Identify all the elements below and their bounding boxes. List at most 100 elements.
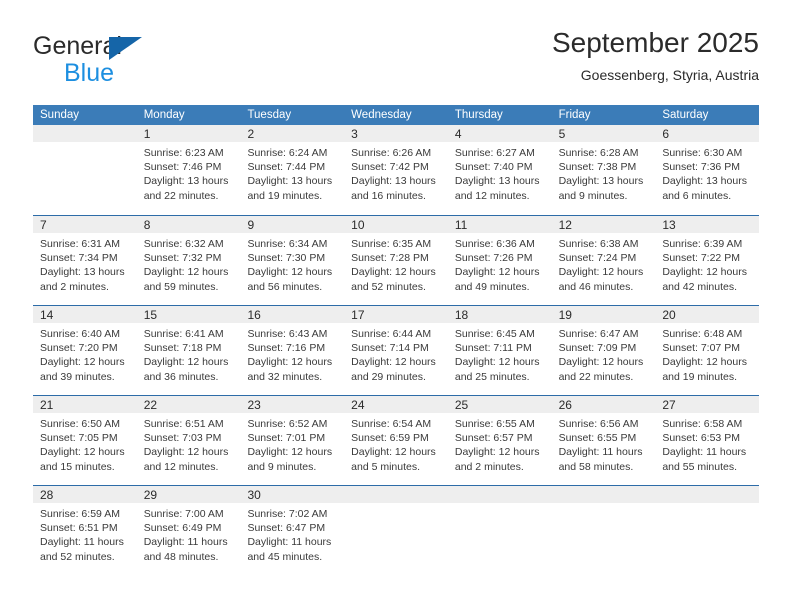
day-details: Sunrise: 6:38 AM Sunset: 7:24 PM Daylight:… xyxy=(552,233,656,294)
day-detail-line: and 46 minutes. xyxy=(558,280,634,293)
day-detail-line: Sunrise: 6:36 AM xyxy=(454,238,535,250)
day-detail-line: Daylight: 11 hours xyxy=(143,536,228,549)
day-detail-line: Sunrise: 6:26 AM xyxy=(351,147,432,159)
calendar-day-cell[interactable]: 11 Sunrise: 6:36 AM Sunset: 7:26 PM Dayligh… xyxy=(447,216,552,305)
calendar-day-cell[interactable]: 4 Sunrise: 6:27 AM Sunset: 7:40 PM Daylight… xyxy=(447,125,552,215)
day-number-band: 7 xyxy=(33,216,137,233)
calendar-day-cell[interactable]: 5 Sunrise: 6:28 AM Sunset: 7:38 PM Daylight… xyxy=(551,125,656,215)
calendar-day-cell[interactable]: 25 Sunrise: 6:55 AM Sunset: 6:57 PM Dayligh… xyxy=(447,396,552,485)
day-detail-line: Sunrise: 6:54 AM xyxy=(351,418,432,430)
day-detail-line: and 52 minutes. xyxy=(351,280,426,293)
day-detail-line: and 16 minutes. xyxy=(351,189,426,202)
day-details: Sunrise: 6:58 AM Sunset: 6:53 PM Daylight:… xyxy=(655,413,759,474)
day-details: Sunrise: 6:36 AM Sunset: 7:26 PM Daylight:… xyxy=(448,233,552,294)
day-number: 29 xyxy=(143,488,158,502)
calendar-day-cell[interactable]: 15 Sunrise: 6:41 AM Sunset: 7:18 PM Dayligh… xyxy=(136,306,241,395)
day-detail-line: Daylight: 11 hours xyxy=(662,446,747,459)
day-detail-line: Daylight: 12 hours xyxy=(247,266,333,279)
calendar-day-cell[interactable]: 18 Sunrise: 6:45 AM Sunset: 7:11 PM Dayligh… xyxy=(447,306,552,395)
calendar-day-cell[interactable]: 3 Sunrise: 6:26 AM Sunset: 7:42 PM Daylight… xyxy=(344,125,448,215)
day-detail-line: Sunset: 7:32 PM xyxy=(143,252,222,265)
day-detail-line: Daylight: 11 hours xyxy=(247,536,332,549)
calendar-day-cell[interactable]: 14 Sunrise: 6:40 AM Sunset: 7:20 PM Dayligh… xyxy=(33,306,137,395)
calendar-day-cell[interactable]: 23 Sunrise: 6:52 AM Sunset: 7:01 PM Dayligh… xyxy=(240,396,345,485)
general-blue-logo[interactable]: General Blue xyxy=(33,32,263,92)
calendar-day-cell[interactable]: 24 Sunrise: 6:54 AM Sunset: 6:59 PM Dayligh… xyxy=(344,396,448,485)
day-detail-line: Sunrise: 6:40 AM xyxy=(40,328,120,340)
day-details xyxy=(344,503,448,507)
day-number: 30 xyxy=(247,488,261,502)
calendar-day-cell[interactable]: 1 Sunrise: 6:23 AM Sunset: 7:46 PM Daylight… xyxy=(136,125,241,215)
day-detail-line: Daylight: 12 hours xyxy=(40,356,125,369)
calendar-day-cell[interactable]: 19 Sunrise: 6:47 AM Sunset: 7:09 PM Dayligh… xyxy=(551,306,656,395)
day-number: 26 xyxy=(558,398,572,412)
calendar-day-cell-empty xyxy=(551,486,656,575)
calendar-day-cell[interactable]: 6 Sunrise: 6:30 AM Sunset: 7:36 PM Daylight… xyxy=(655,125,760,215)
day-detail-line: and 2 minutes. xyxy=(454,460,524,473)
day-detail-line: Daylight: 12 hours xyxy=(662,356,747,369)
calendar-day-cell[interactable]: 12 Sunrise: 6:38 AM Sunset: 7:24 PM Dayligh… xyxy=(551,216,656,305)
day-detail-line: Sunset: 6:57 PM xyxy=(454,432,533,445)
day-detail-line: and 9 minutes. xyxy=(247,460,317,473)
day-details: Sunrise: 7:00 AM Sunset: 6:49 PM Daylight:… xyxy=(137,503,241,564)
day-details: Sunrise: 7:02 AM Sunset: 6:47 PM Daylight:… xyxy=(240,503,344,564)
calendar-day-cell[interactable]: 17 Sunrise: 6:44 AM Sunset: 7:14 PM Dayligh… xyxy=(344,306,448,395)
day-detail-line: Sunrise: 6:23 AM xyxy=(143,147,224,159)
calendar-day-cell[interactable]: 20 Sunrise: 6:48 AM Sunset: 7:07 PM Dayligh… xyxy=(655,306,760,395)
day-detail-line: Sunrise: 6:50 AM xyxy=(40,418,120,430)
calendar-day-cell[interactable]: 10 Sunrise: 6:35 AM Sunset: 7:28 PM Dayligh… xyxy=(344,216,448,305)
day-details: Sunrise: 6:41 AM Sunset: 7:18 PM Daylight:… xyxy=(137,323,241,384)
day-detail-line: Sunset: 7:38 PM xyxy=(558,161,637,174)
calendar-day-cell[interactable]: 26 Sunrise: 6:56 AM Sunset: 6:55 PM Dayligh… xyxy=(551,396,656,485)
calendar-day-cell[interactable]: 16 Sunrise: 6:43 AM Sunset: 7:16 PM Dayligh… xyxy=(240,306,345,395)
calendar-day-cell[interactable]: 21 Sunrise: 6:50 AM Sunset: 7:05 PM Dayligh… xyxy=(33,396,137,485)
calendar-day-cell[interactable]: 7 Sunrise: 6:31 AM Sunset: 7:34 PM Daylight… xyxy=(33,216,137,305)
day-number: 3 xyxy=(351,127,358,141)
day-detail-line: Sunset: 7:14 PM xyxy=(351,342,429,355)
day-number-band: 6 xyxy=(655,125,760,142)
calendar-day-cell-empty xyxy=(447,486,552,575)
day-detail-line: Daylight: 13 hours xyxy=(558,175,644,188)
day-number-band: 10 xyxy=(344,216,448,233)
day-number: 6 xyxy=(662,127,669,141)
calendar-day-cell-empty xyxy=(33,125,137,215)
day-number: 18 xyxy=(454,308,469,322)
day-detail-line: Daylight: 12 hours xyxy=(454,446,540,459)
calendar-day-cell[interactable]: 28 Sunrise: 6:59 AM Sunset: 6:51 PM Dayligh… xyxy=(33,486,137,575)
calendar-day-cell[interactable]: 2 Sunrise: 6:24 AM Sunset: 7:44 PM Daylight… xyxy=(240,125,345,215)
logo-text-blue: Blue xyxy=(64,59,115,87)
day-details: Sunrise: 6:27 AM Sunset: 7:40 PM Daylight:… xyxy=(448,142,552,203)
day-details xyxy=(655,503,759,507)
day-detail-line: and 19 minutes. xyxy=(247,189,323,202)
day-details xyxy=(33,142,137,146)
day-number: 25 xyxy=(454,398,469,412)
day-detail-line: Sunset: 7:05 PM xyxy=(40,432,118,445)
calendar-day-cell[interactable]: 13 Sunrise: 6:39 AM Sunset: 7:22 PM Dayligh… xyxy=(655,216,760,305)
day-detail-line: Daylight: 12 hours xyxy=(40,446,125,459)
calendar-day-cell-empty xyxy=(344,486,448,575)
calendar-day-cell[interactable]: 9 Sunrise: 6:34 AM Sunset: 7:30 PM Daylight… xyxy=(240,216,345,305)
day-detail-line: and 59 minutes. xyxy=(143,280,219,293)
day-detail-line: Sunrise: 6:28 AM xyxy=(558,147,639,159)
day-detail-line: Sunrise: 6:45 AM xyxy=(454,328,535,340)
day-detail-line: Sunset: 6:51 PM xyxy=(40,522,118,535)
day-number: 28 xyxy=(40,488,54,502)
day-detail-line: Daylight: 12 hours xyxy=(143,356,229,369)
day-detail-line: Sunset: 6:55 PM xyxy=(558,432,637,445)
day-number: 23 xyxy=(247,398,261,412)
weekday-header-sunday: Sunday xyxy=(40,109,80,121)
day-number: 4 xyxy=(454,127,462,141)
calendar-day-cell[interactable]: 29 Sunrise: 7:00 AM Sunset: 6:49 PM Dayligh… xyxy=(136,486,241,575)
calendar-day-cell[interactable]: 27 Sunrise: 6:58 AM Sunset: 6:53 PM Dayligh… xyxy=(655,396,760,485)
day-number: 11 xyxy=(454,218,468,232)
day-number-band: 1 xyxy=(136,125,241,142)
day-number: 22 xyxy=(143,398,158,412)
calendar-day-cell[interactable]: 22 Sunrise: 6:51 AM Sunset: 7:03 PM Dayligh… xyxy=(136,396,241,485)
day-detail-line: Sunrise: 7:02 AM xyxy=(247,508,328,520)
day-detail-line: Sunrise: 6:56 AM xyxy=(558,418,639,430)
page-title: September 2025 xyxy=(551,27,759,58)
day-detail-line: Sunrise: 6:47 AM xyxy=(558,328,639,340)
calendar-day-cell[interactable]: 8 Sunrise: 6:32 AM Sunset: 7:32 PM Daylight… xyxy=(136,216,241,305)
day-detail-line: Sunrise: 6:24 AM xyxy=(247,147,328,159)
calendar-day-cell[interactable]: 30 Sunrise: 7:02 AM Sunset: 6:47 PM Dayligh… xyxy=(240,486,345,575)
